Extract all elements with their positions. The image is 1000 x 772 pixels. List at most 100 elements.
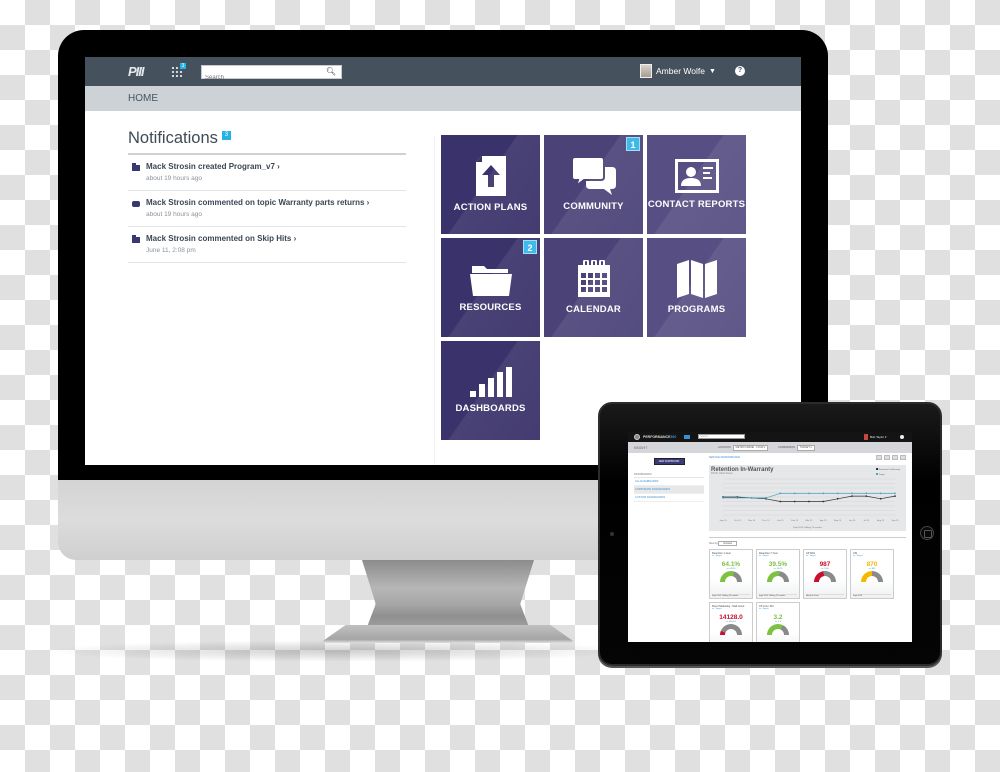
data-point — [851, 495, 853, 497]
avatar — [640, 64, 652, 78]
notification-item[interactable]: Mack Strosin commented on topic Warranty… — [128, 191, 406, 227]
tile-programs[interactable]: PROGRAMS — [647, 238, 746, 337]
line-chart-svg: Sep 14 Oct 14 Nov 14 Dec 14 Jan 15 Feb 15 Mar … — [720, 478, 900, 522]
breadcrumb-bar: HOME — [85, 86, 801, 111]
data-point — [865, 492, 868, 495]
tile-action-plans[interactable]: ACTION PLANS — [441, 135, 540, 234]
signal-bars-icon — [469, 366, 512, 397]
view-by-label: View by — [709, 542, 718, 545]
notification-item[interactable]: Mack Strosin commented on Skip Hits › Ju… — [128, 227, 406, 263]
data-point — [836, 497, 839, 500]
data-point — [851, 492, 853, 495]
line-chart-view-button[interactable] — [884, 455, 890, 460]
apps-icon[interactable] — [684, 435, 690, 439]
kpi-comparison: vs. 60000.0 — [725, 620, 737, 623]
kpi-gauge — [861, 570, 883, 582]
x-tick-label: Sep 15 — [892, 520, 900, 522]
x-tick-label: Jun 15 — [849, 520, 856, 522]
kpi-gauge — [720, 570, 742, 582]
x-tick-label: Oct 14 — [734, 519, 741, 522]
tile-contact-reports[interactable]: CONTACT REPORTS — [647, 135, 746, 234]
help-icon[interactable]: ? — [735, 66, 745, 76]
avatar — [864, 434, 868, 440]
comparison-filter[interactable]: COMPARISON TARGET ▾ — [778, 444, 815, 451]
contact-card-icon — [674, 158, 719, 193]
notification-text[interactable]: Mack Strosin created Program_v7 › — [146, 162, 406, 171]
tile-label: DASHBOARDS — [455, 402, 526, 414]
kpi-gauge — [720, 623, 742, 635]
notifications-panel: Notifications 3 Mack Strosin created Pro… — [128, 129, 406, 263]
kpi-subtitle: vs. Target — [712, 554, 722, 557]
notification-item[interactable]: Mack Strosin created Program_v7 › about … — [128, 155, 406, 191]
kpi-value: 870 — [866, 560, 878, 568]
data-point — [793, 492, 796, 495]
location-select[interactable]: METRO FRAME · FOUR ▾ — [732, 444, 769, 451]
kpi-card[interactable]: CP LOs / RO vs. Target 3.2 vs. 3.0 — [756, 602, 800, 642]
kpi-value: 14128.0 — [719, 613, 743, 621]
chart-x-label: Sept 2015, Rolling 12 months — [793, 527, 822, 529]
tile-community[interactable]: 1 COMMUNITY — [544, 135, 643, 234]
legend-item: Retention In-Warranty — [875, 468, 900, 473]
data-point — [865, 495, 868, 497]
x-tick-label: Nov 14 — [748, 520, 756, 522]
kpi-card[interactable]: CP ROs vs. Target 987 vs. 1100 Month to … — [803, 549, 847, 599]
calendar-icon — [577, 259, 610, 297]
new-dashboard-button[interactable]: NEW DASHBOARD — [653, 458, 685, 465]
notification-text[interactable]: Mack Strosin commented on Skip Hits › — [146, 234, 406, 243]
data-point — [836, 492, 839, 495]
notification-text[interactable]: Mack Strosin commented on topic Warranty… — [146, 198, 406, 207]
view-by-select[interactable]: Related — [718, 541, 738, 546]
dashboard-main: SERVICE PERFORMANCE Retention In-Warrant… — [709, 455, 906, 642]
data-point — [779, 492, 782, 495]
bar-chart-view-button[interactable] — [876, 455, 882, 460]
kpi-card[interactable]: CSI vs. Target 870 vs. 885 Sept 2015 — [850, 549, 894, 599]
data-point — [879, 497, 882, 500]
tile-calendar[interactable]: CALENDAR — [544, 238, 643, 337]
location-filter[interactable]: LOCATION METRO FRAME · FOUR ▾ — [718, 444, 769, 451]
kpi-footer: Sept 2015, Rolling 12 months — [712, 594, 750, 597]
tile-dashboards[interactable]: DASHBOARDS — [441, 341, 540, 440]
home-button[interactable] — [920, 526, 934, 540]
user-menu[interactable]: Bob Taylor ▾ — [864, 434, 886, 440]
tablet-device: PERFORMANCE360 Search Bob Taylor ▾ NSIGH… — [598, 402, 942, 666]
settings-button[interactable] — [892, 455, 898, 460]
notification-time: about 19 hours ago — [146, 211, 203, 218]
tile-label: PROGRAMS — [667, 303, 726, 315]
sidebar-item-corporate-dashboards[interactable]: CORPORATE DASHBOARDS — [634, 486, 704, 494]
x-tick-label: Feb 15 — [791, 520, 799, 522]
sidebar-item-custom-dashboards[interactable]: CUSTOM DASHBOARDS — [634, 494, 704, 502]
kpi-card[interactable]: Retention 1-Year vs. Target 64.1% vs. 63… — [709, 549, 753, 599]
kpi-footer: Sept 2015, Rolling 12 months — [759, 594, 797, 597]
kpi-subtitle: vs. Target — [853, 554, 863, 557]
user-menu[interactable]: Amber Wolfe ▼ — [640, 64, 716, 78]
kpi-card[interactable]: Retention 7-Year vs. Target 39.5% vs. 40… — [756, 549, 800, 599]
data-point — [722, 497, 724, 499]
kpi-footer: Sept 2015 — [853, 594, 891, 597]
tile-resources[interactable]: 2 RESOURCES — [441, 238, 540, 337]
tile-label: CONTACT REPORTS — [647, 198, 746, 210]
brand-logo-text[interactable]: PERFORMANCE360 — [643, 435, 676, 439]
kpi-comparison: vs. 1100 — [821, 567, 829, 570]
search-icon[interactable]: 🔍︎ — [326, 67, 336, 76]
comparison-select[interactable]: TARGET ▾ — [796, 444, 815, 451]
more-menu-button[interactable] — [900, 455, 906, 460]
sidebar-item-all-dashboards[interactable]: ALL DASHBOARDS — [634, 478, 704, 486]
tablet-top-bar: PERFORMANCE360 Search Bob Taylor ▾ — [628, 432, 912, 442]
breadcrumb: HOME — [128, 93, 158, 104]
kpi-value: 39.5% — [768, 560, 788, 568]
data-point — [793, 500, 796, 503]
gear-icon[interactable] — [900, 435, 904, 439]
search-input[interactable]: Search — [698, 434, 745, 439]
kpi-value: 987 — [819, 560, 831, 568]
kpi-card[interactable]: Direct Marketing - Mail Count vs. Target… — [709, 602, 753, 642]
tile-label: RESOURCES — [459, 301, 522, 313]
kpi-comparison: vs. 885 — [868, 567, 876, 570]
notifications-count-badge: 3 — [221, 131, 231, 140]
apps-badge: 3 — [180, 63, 186, 69]
monitor-stand-foot — [320, 625, 576, 643]
brand-logo[interactable]: PIII — [128, 64, 144, 79]
user-name: Amber Wolfe — [656, 66, 705, 76]
dashboard-sidebar: NEW DASHBOARD DASHBOARDS ALL DASHBOARDS … — [634, 458, 704, 502]
x-tick-label: Sep 14 — [720, 520, 728, 522]
search-input[interactable] — [202, 72, 322, 84]
